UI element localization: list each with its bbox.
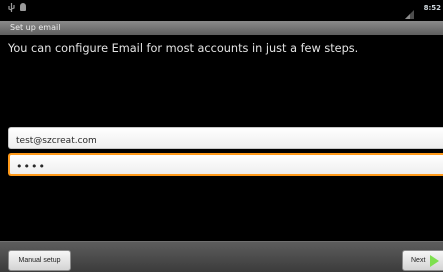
status-bar: 8:52: [0, 0, 443, 21]
button-bar: Manual setup Next: [0, 241, 443, 272]
email-field[interactable]: [9, 131, 443, 151]
clock: 8:52: [423, 4, 441, 12]
arrow-right-icon: [430, 255, 439, 267]
next-button-label: Next: [411, 257, 426, 264]
signal-strength-icon: [405, 4, 414, 19]
page-title: Set up email: [10, 23, 61, 32]
password-field-container: [8, 153, 443, 176]
android-debug-icon: [19, 3, 27, 15]
manual-setup-button[interactable]: Manual setup: [8, 250, 71, 271]
password-field[interactable]: [10, 157, 443, 176]
usb-icon: [7, 3, 16, 16]
next-button[interactable]: Next: [402, 250, 443, 271]
intro-text: You can configure Email for most account…: [8, 42, 359, 55]
title-bar: Set up email: [0, 21, 443, 35]
email-field-container: [8, 127, 443, 151]
